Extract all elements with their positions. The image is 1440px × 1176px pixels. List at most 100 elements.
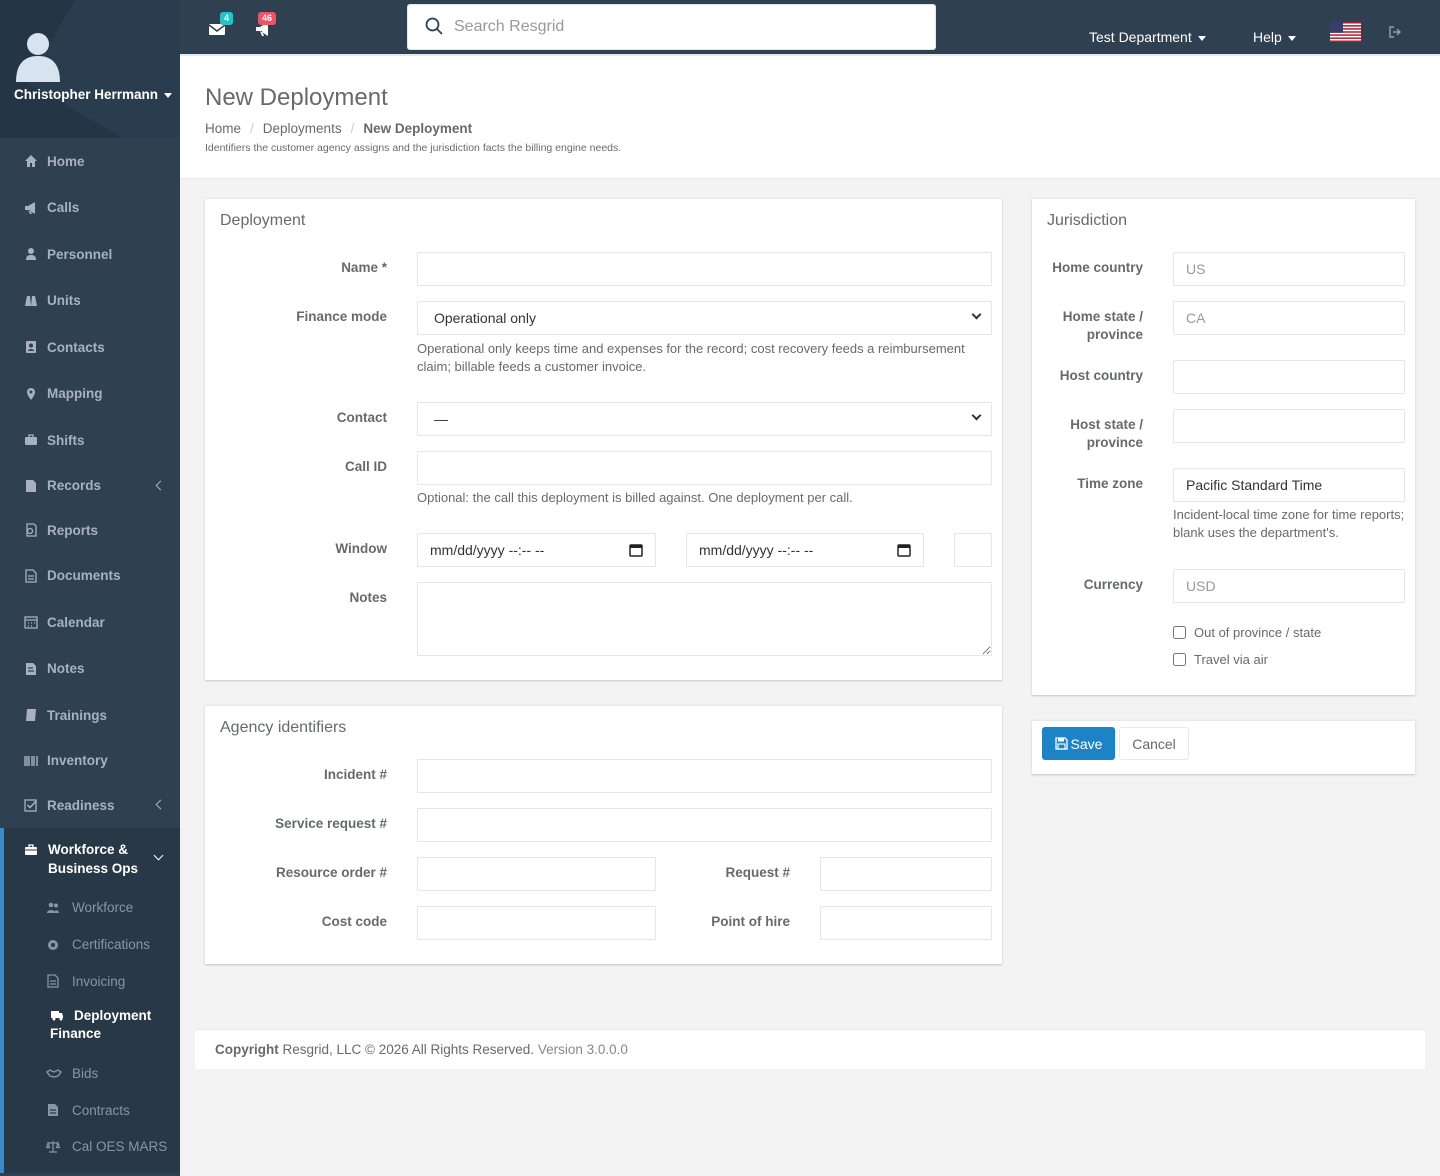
contacts-icon — [26, 341, 36, 354]
sidebar-item-notes[interactable]: Notes — [0, 646, 180, 693]
top-navbar: 4 46 Test Department Help — [180, 0, 1440, 56]
sidebar-item-shifts[interactable]: Shifts — [0, 417, 180, 464]
sidebar-item-readiness[interactable]: Readiness — [0, 783, 180, 828]
sidebar-item-documents[interactable]: Documents — [0, 553, 180, 600]
breadcrumb: Home / Deployments / New Deployment — [205, 121, 473, 136]
us-flag-icon[interactable] — [1330, 22, 1361, 42]
call-id-input[interactable] — [417, 451, 992, 485]
home-country-label: Home country — [1052, 260, 1143, 275]
time-zone-label: Time zone — [1077, 476, 1143, 491]
sidebar-group-header[interactable]: Workforce & Business Ops — [4, 828, 180, 890]
time-zone-help: Incident-local time zone for time report… — [1173, 507, 1405, 540]
footer-version: Version 3.0.0.0 — [534, 1042, 628, 1057]
home-state-input[interactable] — [1173, 301, 1405, 335]
sidebar-item-label: Mapping — [47, 386, 103, 402]
window-extra-input[interactable] — [954, 533, 992, 567]
calendar-icon — [24, 616, 38, 629]
host-state-input[interactable] — [1173, 409, 1405, 443]
incident-label: Incident # — [323, 767, 387, 782]
sidebar-subitem-bids[interactable]: Bids — [4, 1055, 180, 1092]
sidebar-subitem-label: Certifications — [72, 937, 151, 953]
sidebar-item-inventory[interactable]: Inventory — [0, 739, 180, 784]
call-id-help: Optional: the call this deployment is bi… — [417, 490, 853, 505]
sign-out-icon[interactable] — [1389, 26, 1402, 38]
travel-air-checkbox-row[interactable]: Travel via air — [1173, 652, 1268, 667]
group-title-line2: Business Ops — [48, 860, 139, 876]
sidebar-item-home[interactable]: Home — [0, 138, 180, 185]
profile-name-dropdown[interactable]: Christopher Herrmann — [14, 87, 173, 102]
footer-copyright-text: Resgrid, LLC © 2026 All Rights Reserved. — [278, 1042, 535, 1057]
group-title-line1: Workforce & — [48, 841, 129, 857]
sidebar-item-label: Reports — [47, 522, 99, 538]
point-of-hire-input[interactable] — [820, 906, 992, 940]
units-icon — [25, 295, 37, 306]
call-id-label: Call ID — [344, 459, 387, 474]
caret-down-icon — [1287, 35, 1296, 41]
out-of-province-checkbox[interactable] — [1173, 626, 1186, 639]
search-box — [407, 4, 936, 50]
sidebar-item-contacts[interactable]: Contacts — [0, 324, 180, 371]
out-of-province-label: Out of province / state — [1194, 625, 1322, 640]
sidebar-item-units[interactable]: Units — [0, 278, 180, 325]
page-title: New Deployment — [205, 84, 388, 111]
window-end-input[interactable]: mm/dd/yyyy --:-- -- — [686, 533, 924, 567]
sidebar-item-calendar[interactable]: Calendar — [0, 599, 180, 646]
sidebar-item-mapping[interactable]: Mapping — [0, 371, 180, 418]
contact-select[interactable]: — — [417, 402, 992, 436]
name-input[interactable] — [417, 252, 992, 286]
breadcrumb-deployments[interactable]: Deployments — [263, 121, 342, 136]
point-of-hire-label: Point of hire — [711, 914, 790, 929]
sidebar-subitem-workforce[interactable]: Workforce — [4, 890, 180, 927]
finance-mode-select[interactable]: Operational only — [417, 301, 992, 335]
sidebar-item-trainings[interactable]: Trainings — [0, 692, 180, 739]
sidebar-item-reports[interactable]: Reports — [0, 508, 180, 553]
breadcrumb-home[interactable]: Home — [205, 121, 241, 136]
finance-mode-select-wrapper: Operational only — [417, 301, 992, 335]
handshake-icon — [46, 1069, 62, 1079]
calendar-icon[interactable] — [629, 543, 643, 557]
travel-air-checkbox[interactable] — [1173, 653, 1186, 666]
help-label: Help — [1253, 29, 1282, 45]
host-country-input[interactable] — [1173, 360, 1405, 394]
agency-identifiers-panel: Agency identifiers Incident # Service re… — [205, 705, 1002, 964]
sidebar-subitem-contracts[interactable]: Contracts — [4, 1092, 180, 1129]
sidebar-item-personnel[interactable]: Personnel — [0, 231, 180, 278]
balance-scale-icon — [46, 1140, 60, 1153]
incident-input[interactable] — [417, 759, 992, 793]
book-icon — [26, 709, 36, 722]
service-request-label: Service request # — [275, 816, 387, 831]
time-zone-input[interactable]: Pacific Standard Time — [1173, 468, 1405, 502]
out-of-province-checkbox-row[interactable]: Out of province / state — [1173, 625, 1321, 640]
home-country-input[interactable] — [1173, 252, 1405, 286]
sidebar-subitem-invoicing[interactable]: Invoicing — [4, 963, 180, 1000]
sidebar-subitem-label: Invoicing — [72, 973, 126, 989]
search-input[interactable] — [454, 14, 914, 40]
sidebar-subitem-deployment-finance[interactable]: Deployment Finance — [4, 1000, 180, 1055]
sidebar-item-records[interactable]: Records — [0, 464, 180, 509]
caret-down-icon — [164, 92, 173, 98]
sidebar-subitem-label: Bids — [72, 1065, 99, 1081]
sidebar-item-label: Calls — [47, 200, 80, 216]
notes-textarea[interactable] — [417, 582, 992, 656]
users-icon — [47, 902, 59, 913]
save-button[interactable]: Save — [1042, 727, 1115, 760]
calendar-icon[interactable] — [897, 543, 911, 557]
window-start-input[interactable]: mm/dd/yyyy --:-- -- — [417, 533, 656, 567]
avatar[interactable] — [14, 30, 62, 82]
truck-icon — [51, 1010, 63, 1021]
cancel-button[interactable]: Cancel — [1119, 727, 1189, 760]
contact-label: Contact — [336, 410, 387, 425]
currency-input[interactable] — [1173, 569, 1405, 603]
sidebar-subitem-cal-oes-mars[interactable]: Cal OES MARS — [4, 1128, 180, 1165]
sidebar-subitem-certifications[interactable]: Certifications — [4, 926, 180, 963]
help-dropdown[interactable]: Help — [1253, 29, 1296, 45]
department-dropdown[interactable]: Test Department — [1089, 29, 1206, 45]
cost-code-input[interactable] — [417, 906, 656, 940]
briefcase-icon — [25, 434, 37, 446]
service-request-input[interactable] — [417, 808, 992, 842]
notes-label: Notes — [349, 590, 387, 605]
resource-order-input[interactable] — [417, 857, 656, 891]
sidebar-group-workforce: Workforce & Business Ops Workforce Certif… — [0, 827, 180, 1174]
sidebar-item-calls[interactable]: Calls — [0, 185, 180, 232]
request-input[interactable] — [820, 857, 992, 891]
